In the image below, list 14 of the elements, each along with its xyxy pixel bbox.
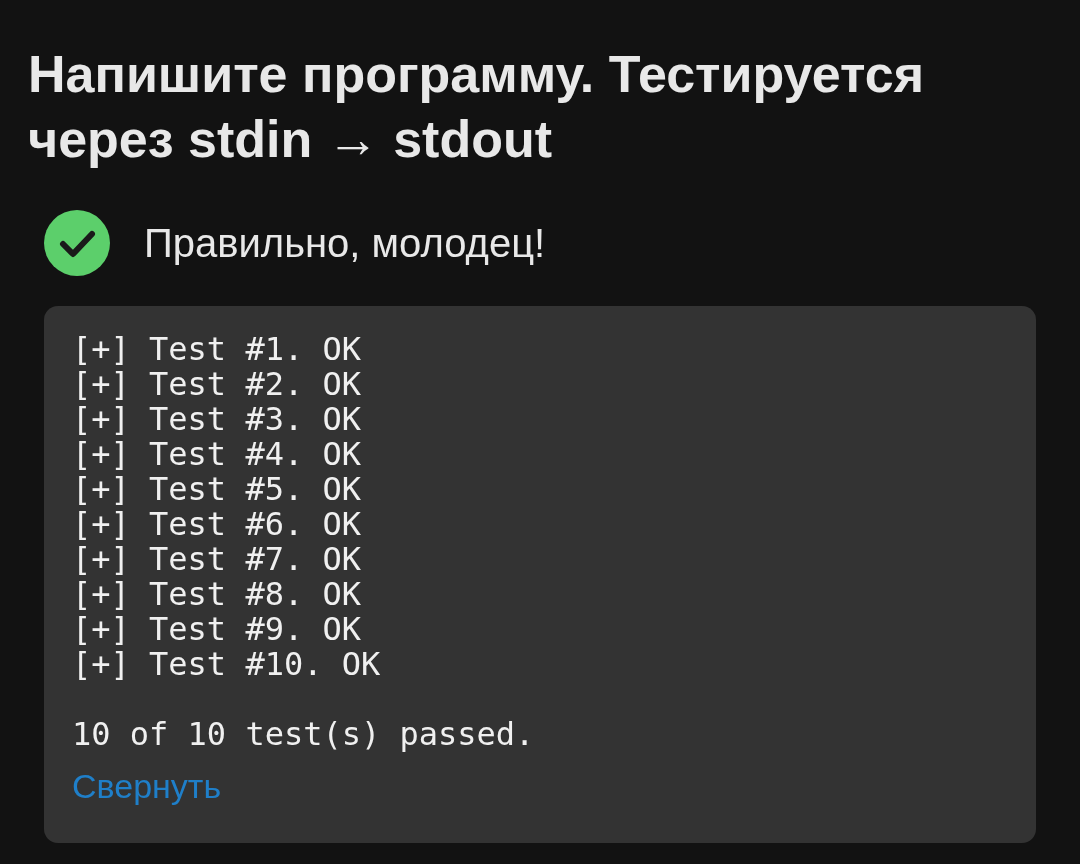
output-line: [+] Test #3. OK: [72, 402, 361, 437]
result-message: Правильно, молодец!: [144, 220, 546, 267]
summary-text: 10 of 10 test(s) passed.: [72, 717, 535, 752]
output-line: [+] Test #10. OK: [72, 647, 381, 682]
output-line: [+] Test #8. OK: [72, 577, 361, 612]
output-line: [+] Test #2. OK: [72, 367, 361, 402]
output-line: [+] Test #7. OK: [72, 542, 361, 577]
collapse-link[interactable]: Свернуть: [72, 766, 222, 806]
output-line: [+] Test #4. OK: [72, 437, 361, 472]
task-title: Напишите программу. Тестируется через stdin → stdout: [28, 44, 926, 170]
output-line: [+] Test #5. OK: [72, 472, 361, 507]
output-line: [+] Test #9. OK: [72, 612, 361, 647]
output-line: [+] Test #1. OK: [72, 332, 361, 367]
output-line: [+] Test #6. OK: [72, 507, 361, 542]
